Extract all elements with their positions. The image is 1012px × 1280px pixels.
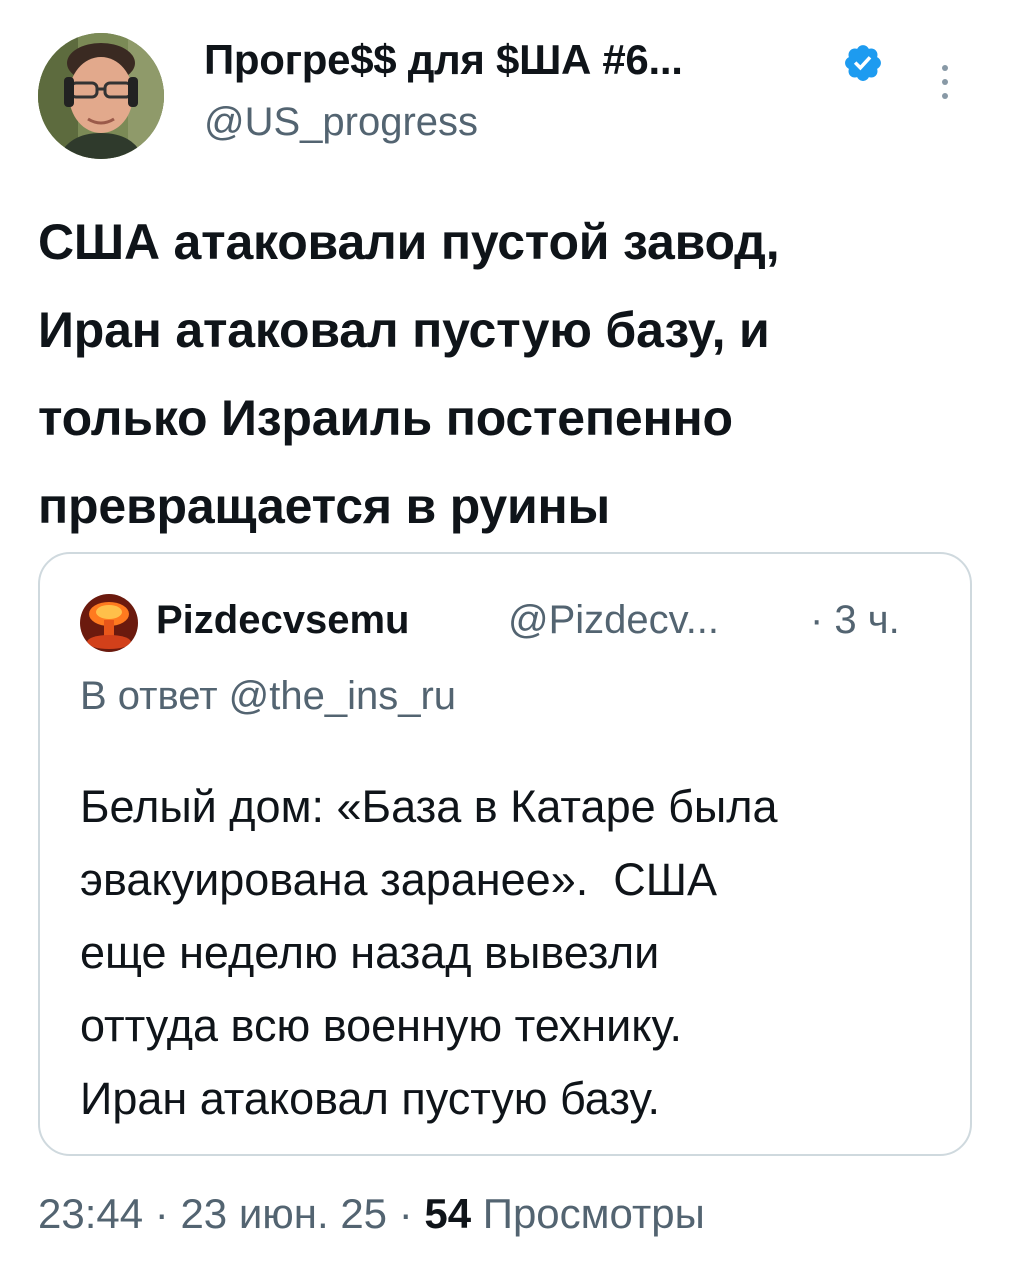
verified-badge-icon xyxy=(845,45,881,81)
tweet-text-line: превращается в руины xyxy=(38,478,611,534)
views-label: Просмотры xyxy=(482,1190,705,1237)
views-count: 54 xyxy=(424,1190,472,1237)
quote-text-line: эвакуирована заранее». США xyxy=(80,854,717,905)
quote-timestamp[interactable]: · 3 ч. xyxy=(810,598,900,643)
meta-separator: · xyxy=(387,1190,425,1237)
meta-separator: · xyxy=(143,1190,181,1237)
tweet-time[interactable]: 23:44 xyxy=(38,1190,143,1237)
nuclear-explosion-icon xyxy=(80,594,138,652)
author-avatar[interactable] xyxy=(38,33,164,159)
quote-text-line: Иран атаковал пустую базу. xyxy=(80,1073,660,1124)
author-display-name[interactable]: Прогре$$ для $ША #6... xyxy=(204,36,683,84)
tweet-text-line: США атаковали пустой завод, xyxy=(38,214,780,270)
quote-author-name[interactable]: Pizdecvsemu xyxy=(156,598,409,643)
quote-text-line: оттуда всю военную технику. xyxy=(80,1000,682,1051)
author-handle[interactable]: @US_progress xyxy=(204,100,478,145)
tweet-text: США атаковали пустой завод, Иран атакова… xyxy=(38,198,988,550)
quote-text-line: Белый дом: «База в Катаре была xyxy=(80,781,778,832)
quote-author-handle[interactable]: @Pizdecv... xyxy=(508,598,719,643)
avatar-photo xyxy=(38,33,164,159)
tweet-text-line: только Израиль постепенно xyxy=(38,390,733,446)
quote-reply-to: В ответ @the_ins_ru xyxy=(80,674,457,718)
quoted-tweet-card[interactable]: Pizdecvsemu @Pizdecv... · 3 ч. В ответ @… xyxy=(38,552,972,1156)
quote-text: Белый дом: «База в Катаре была эвакуиров… xyxy=(80,770,950,1135)
quote-text-line: еще неделю назад вывезли xyxy=(80,927,660,978)
tweet-date[interactable]: 23 июн. 25 xyxy=(180,1190,387,1237)
quote-author-avatar[interactable] xyxy=(80,594,138,652)
tweet-meta: 23:44 · 23 июн. 25 · 54 Просмотры xyxy=(38,1190,705,1238)
more-options-icon[interactable] xyxy=(930,60,960,104)
tweet-text-line: Иран атаковал пустую базу, и xyxy=(38,302,770,358)
